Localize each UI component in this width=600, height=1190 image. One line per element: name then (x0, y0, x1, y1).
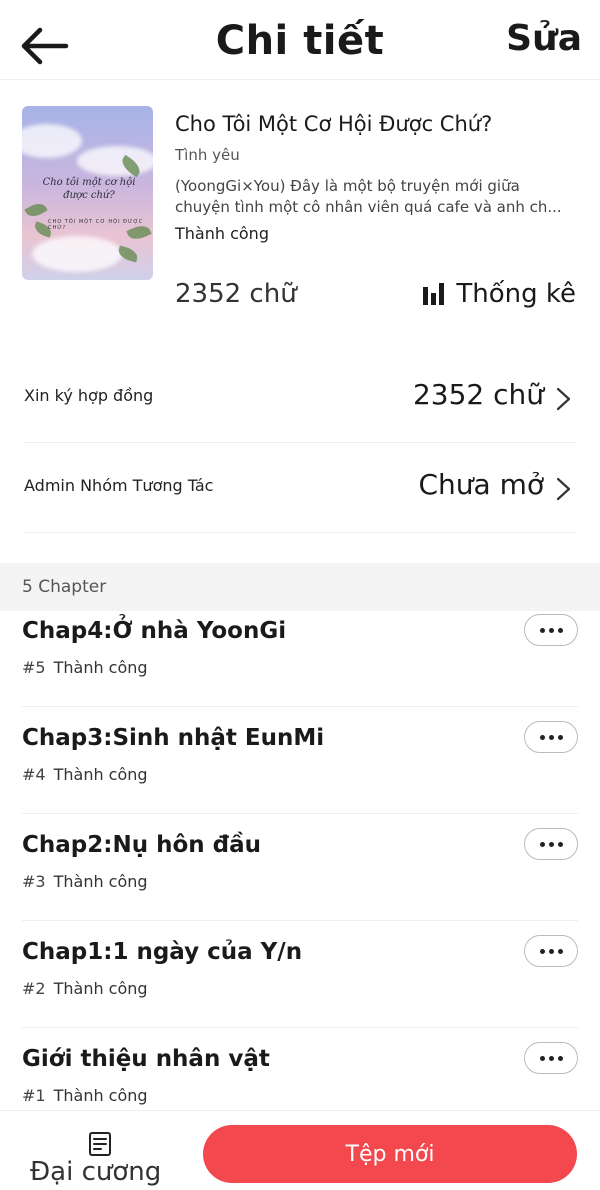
book-genre: Tình yêu (175, 146, 240, 164)
cover-leaf (24, 199, 48, 221)
book-status: Thành công (175, 224, 269, 243)
chapter-item[interactable]: Chap1:1 ngày của Y/n #2 Thành công (0, 921, 600, 1028)
chapter-number: #2 (22, 979, 46, 998)
chevron-right-icon (556, 477, 571, 501)
more-options-button[interactable] (524, 614, 578, 646)
chapter-meta: #4 Thành công (22, 765, 148, 784)
admin-group-row[interactable]: Admin Nhóm Tương Tác Chưa mở (24, 443, 576, 533)
bottom-bar: Đại cương Tệp mới (0, 1110, 600, 1190)
document-icon (89, 1132, 111, 1156)
book-description: (YoongGi×You) Đây là một bộ truyện mới g… (175, 176, 580, 218)
cover-cloud (32, 236, 122, 272)
book-title: Cho Tôi Một Cơ Hội Được Chứ? (175, 112, 493, 136)
more-options-button[interactable] (524, 1042, 578, 1074)
outline-button[interactable]: Đại cương (30, 1127, 170, 1187)
bar-chart-icon (423, 283, 445, 305)
chapter-item[interactable]: Chap3:Sinh nhật EunMi #4 Thành công (0, 707, 600, 814)
more-options-button[interactable] (524, 721, 578, 753)
chapter-meta: #2 Thành công (22, 979, 148, 998)
book-info: Cho tôi một cơ hội được chứ? CHO TÔI MỘT… (0, 96, 600, 326)
chapter-status: Thành công (53, 658, 148, 677)
chapter-number: #1 (22, 1086, 46, 1105)
cover-cloud (22, 124, 82, 158)
admin-group-value: Chưa mở (418, 468, 544, 501)
cover-title: Cho tôi một cơ hội được chứ? (42, 177, 136, 201)
chapter-status: Thành công (53, 1086, 148, 1105)
chapter-meta: #1 Thành công (22, 1086, 148, 1105)
contract-label: Xin ký hợp đồng (24, 386, 154, 405)
cover-leaf (116, 245, 140, 263)
admin-group-label: Admin Nhóm Tương Tác (24, 476, 214, 495)
word-count: 2352 chữ (175, 279, 297, 309)
chapter-number: #5 (22, 658, 46, 677)
header-bar: Chi tiết Sửa (0, 0, 600, 80)
chapter-number: #4 (22, 765, 46, 784)
stats-button[interactable]: Thống kê (423, 279, 576, 309)
chapter-title: Giới thiệu nhân vật (22, 1046, 270, 1072)
chapter-title: Chap2:Nụ hôn đầu (22, 832, 261, 858)
new-file-button[interactable]: Tệp mới (203, 1125, 577, 1183)
book-cover[interactable]: Cho tôi một cơ hội được chứ? CHO TÔI MỘT… (22, 106, 153, 280)
contract-row[interactable]: Xin ký hợp đồng 2352 chữ (24, 353, 576, 443)
description-line: chuyện tình một cô nhân viên quá cafe và… (175, 198, 562, 216)
chapter-status: Thành công (53, 872, 148, 891)
more-options-button[interactable] (524, 828, 578, 860)
chapter-title: Chap1:1 ngày của Y/n (22, 939, 303, 965)
chapter-number: #3 (22, 872, 46, 891)
more-options-button[interactable] (524, 935, 578, 967)
cover-cloud (77, 146, 153, 176)
chapter-item[interactable]: Chap4:Ở nhà YoonGi #5 Thành công (0, 600, 600, 707)
chevron-right-icon (556, 387, 571, 411)
chapter-meta: #5 Thành công (22, 658, 148, 677)
stats-label: Thống kê (456, 279, 576, 309)
chapters-count: 5 Chapter (22, 577, 107, 597)
chapter-title: Chap4:Ở nhà YoonGi (22, 618, 287, 644)
outline-label: Đại cương (30, 1157, 162, 1187)
description-line: (YoongGi×You) Đây là một bộ truyện mới g… (175, 177, 520, 195)
chapter-title: Chap3:Sinh nhật EunMi (22, 725, 325, 751)
chapter-status: Thành công (53, 765, 148, 784)
chapter-status: Thành công (53, 979, 148, 998)
cover-subtitle: CHO TÔI MỘT CƠ HỘI ĐƯỢC CHỨ? (48, 219, 144, 231)
edit-button[interactable]: Sửa (506, 18, 582, 59)
contract-value: 2352 chữ (412, 378, 544, 411)
chapter-meta: #3 Thành công (22, 872, 148, 891)
chapter-item[interactable]: Chap2:Nụ hôn đầu #3 Thành công (0, 814, 600, 921)
